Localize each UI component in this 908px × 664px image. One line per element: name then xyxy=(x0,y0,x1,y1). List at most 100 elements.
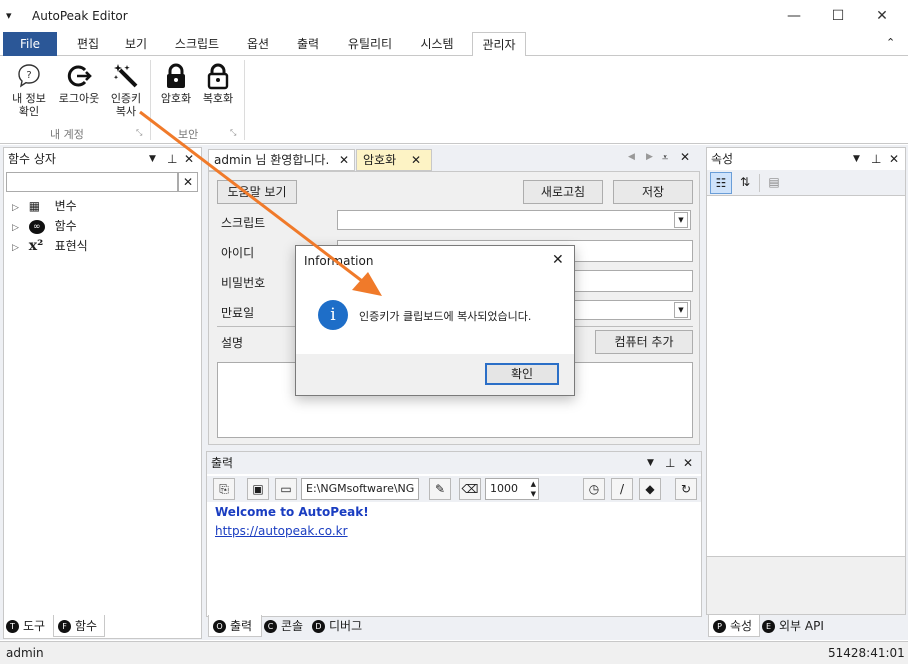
tab-system[interactable]: 시스템 xyxy=(410,32,464,56)
clean-icon[interactable]: ✎ xyxy=(429,478,451,500)
function-search-input[interactable] xyxy=(6,172,178,192)
decrypt-label: 복호화 xyxy=(202,92,234,105)
panel-close-icon[interactable]: ✕ xyxy=(184,148,194,170)
save-button[interactable]: 저장 xyxy=(613,180,693,204)
refresh-button[interactable]: 새로고침 xyxy=(523,180,603,204)
collapse-ribbon-icon[interactable]: ⌃ xyxy=(886,36,895,49)
panel-dropdown-icon[interactable]: ▼ xyxy=(149,148,156,170)
pin-icon[interactable]: ⊥ xyxy=(665,452,675,474)
account-group-launcher-icon[interactable]: ⤡ xyxy=(136,128,142,138)
output-link[interactable]: https://autopeak.co.kr xyxy=(215,524,348,538)
eraser-icon[interactable]: ⌫ xyxy=(459,478,481,500)
help-button[interactable]: 도움말 보기 xyxy=(217,180,297,204)
panel-close-icon[interactable]: ✕ xyxy=(889,148,899,170)
pin-icon[interactable]: ⊥ xyxy=(871,148,881,170)
scroll-left-icon[interactable]: ◀ xyxy=(628,152,635,162)
sort-alpha-icon[interactable]: ⇅ xyxy=(734,172,756,194)
script-select[interactable]: ▼ xyxy=(337,210,691,230)
stepper-up-icon[interactable]: ▲ xyxy=(531,479,536,489)
logout-button[interactable]: 로그아웃 xyxy=(54,62,104,105)
console-badge-icon: C xyxy=(264,620,277,633)
decrypt-button[interactable]: 복호화 xyxy=(198,62,238,105)
copy-auth-key-label-2: 복사 xyxy=(115,105,137,118)
properties-header: 속성 ▼ ⊥ ✕ xyxy=(707,148,905,170)
categorized-icon[interactable]: ☷ xyxy=(710,172,732,194)
menu-bar: File 편집 보기 스크립트 옵션 출력 유틸리티 시스템 관리자 ⌃ xyxy=(0,32,908,57)
script-label: 스크립트 xyxy=(221,216,266,230)
tree-item-variable[interactable]: ▷ ▦ 변수 xyxy=(12,196,192,216)
system-menu-icon[interactable]: ▾ xyxy=(6,9,12,22)
folder-open-icon[interactable]: ▭ xyxy=(275,478,297,500)
scroll-right-icon[interactable]: ▶ xyxy=(646,152,653,162)
dialog-title: Information xyxy=(304,254,374,268)
output-toolbar: ⎘ ▣ ▭ E:\NGMsoftware\NG ✎ ⌫ 1000 ▲ ▼ ◷ /… xyxy=(207,476,701,502)
dialog-close-icon[interactable]: ✕ xyxy=(552,252,564,268)
clock-icon[interactable]: ◷ xyxy=(583,478,605,500)
tab-console[interactable]: C 콘솔 xyxy=(264,615,314,637)
tab-view[interactable]: 보기 xyxy=(116,32,156,56)
debug-badge-icon: D xyxy=(312,620,325,633)
property-pages-icon[interactable]: ▤ xyxy=(763,172,785,194)
properties-badge-icon: P xyxy=(713,620,726,633)
tab-debug-label: 디버그 xyxy=(329,619,363,633)
copy-auth-key-button[interactable]: 인증키 복사 xyxy=(106,62,146,118)
tab-debug[interactable]: D 디버그 xyxy=(312,615,376,637)
tab-welcome[interactable]: admin 님 환영합니다. ✕ xyxy=(208,149,355,171)
max-lines-stepper[interactable]: 1000 ▲ ▼ xyxy=(485,478,539,500)
brush-icon[interactable]: / xyxy=(611,478,633,500)
close-button[interactable]: ✕ xyxy=(860,4,904,28)
maximize-button[interactable]: ☐ xyxy=(816,4,860,28)
tab-functions[interactable]: F 함수 xyxy=(53,615,105,637)
expand-icon[interactable]: ▷ xyxy=(12,243,19,253)
save-icon[interactable]: ▣ xyxy=(247,478,269,500)
panel-dropdown-icon[interactable]: ▼ xyxy=(647,452,654,474)
tab-console-label: 콘솔 xyxy=(281,619,304,633)
tab-output-pane[interactable]: O 출력 xyxy=(208,615,262,637)
tab-output[interactable]: 출력 xyxy=(286,32,330,56)
encrypt-button[interactable]: 암호화 xyxy=(156,62,196,105)
refresh-icon[interactable]: ↻ xyxy=(675,478,697,500)
tab-utility[interactable]: 유틸리티 xyxy=(338,32,402,56)
function-box-title: 함수 상자 xyxy=(8,152,56,166)
expand-icon[interactable]: ▷ xyxy=(12,203,19,213)
function-box-panel: 함수 상자 ▼ ⊥ ✕ ✕ ▷ ▦ 변수 ▷ ∞ 함수 ▷ x² 표현식 xyxy=(3,147,202,639)
tab-encrypt[interactable]: 암호화 ✕ xyxy=(356,149,432,171)
tab-properties[interactable]: P 속성 xyxy=(708,615,760,637)
add-computer-button[interactable]: 컴퓨터 추가 xyxy=(595,330,693,354)
ok-button[interactable]: 확인 xyxy=(485,363,559,385)
ribbon: ? 내 정보 확인 로그아웃 인증키 복사 내 계정 ⤡ 암호화 복호화 보안 … xyxy=(0,56,908,144)
panel-dropdown-icon[interactable]: ▼ xyxy=(853,148,860,170)
tab-external-api[interactable]: E 외부 API xyxy=(762,615,838,637)
tab-tools[interactable]: T 도구 xyxy=(6,615,54,637)
new-file-icon[interactable]: ⎘ xyxy=(213,478,235,500)
tree-item-function[interactable]: ▷ ∞ 함수 xyxy=(12,216,192,236)
tab-options[interactable]: 옵션 xyxy=(238,32,278,56)
my-info-button[interactable]: ? 내 정보 확인 xyxy=(6,62,52,118)
security-group-launcher-icon[interactable]: ⤡ xyxy=(230,128,236,138)
chevron-down-icon[interactable]: ▼ xyxy=(674,212,688,228)
tab-close-icon[interactable]: ✕ xyxy=(339,150,349,170)
tab-script[interactable]: 스크립트 xyxy=(164,32,230,56)
document-list-icon[interactable]: ⩡ xyxy=(662,151,668,165)
fill-bucket-icon[interactable]: ◆ xyxy=(639,478,661,500)
tab-admin[interactable]: 관리자 xyxy=(472,32,526,57)
tab-file[interactable]: File xyxy=(3,32,57,56)
dialog-message: 인증키가 클립보드에 복사되었습니다. xyxy=(359,310,532,323)
left-panel-tabs: T 도구 F 함수 xyxy=(3,615,202,639)
stepper-down-icon[interactable]: ▼ xyxy=(531,489,536,499)
tab-close-icon[interactable]: ✕ xyxy=(411,150,421,170)
clear-search-icon[interactable]: ✕ xyxy=(178,172,198,192)
expiry-label: 만료일 xyxy=(221,306,255,320)
output-path-field[interactable]: E:\NGMsoftware\NG xyxy=(301,478,419,500)
document-close-icon[interactable]: ✕ xyxy=(680,150,690,164)
question-bubble-icon: ? xyxy=(18,64,40,88)
minimize-button[interactable]: — xyxy=(772,4,816,28)
tree-item-expression[interactable]: ▷ x² 표현식 xyxy=(12,236,192,256)
expand-icon[interactable]: ▷ xyxy=(12,223,19,233)
pin-icon[interactable]: ⊥ xyxy=(167,148,177,170)
panel-close-icon[interactable]: ✕ xyxy=(683,452,693,474)
chevron-down-icon[interactable]: ▼ xyxy=(674,302,688,318)
max-lines-value: 1000 xyxy=(490,482,518,495)
lock-icon xyxy=(167,63,185,88)
tab-edit[interactable]: 편집 xyxy=(68,32,108,56)
